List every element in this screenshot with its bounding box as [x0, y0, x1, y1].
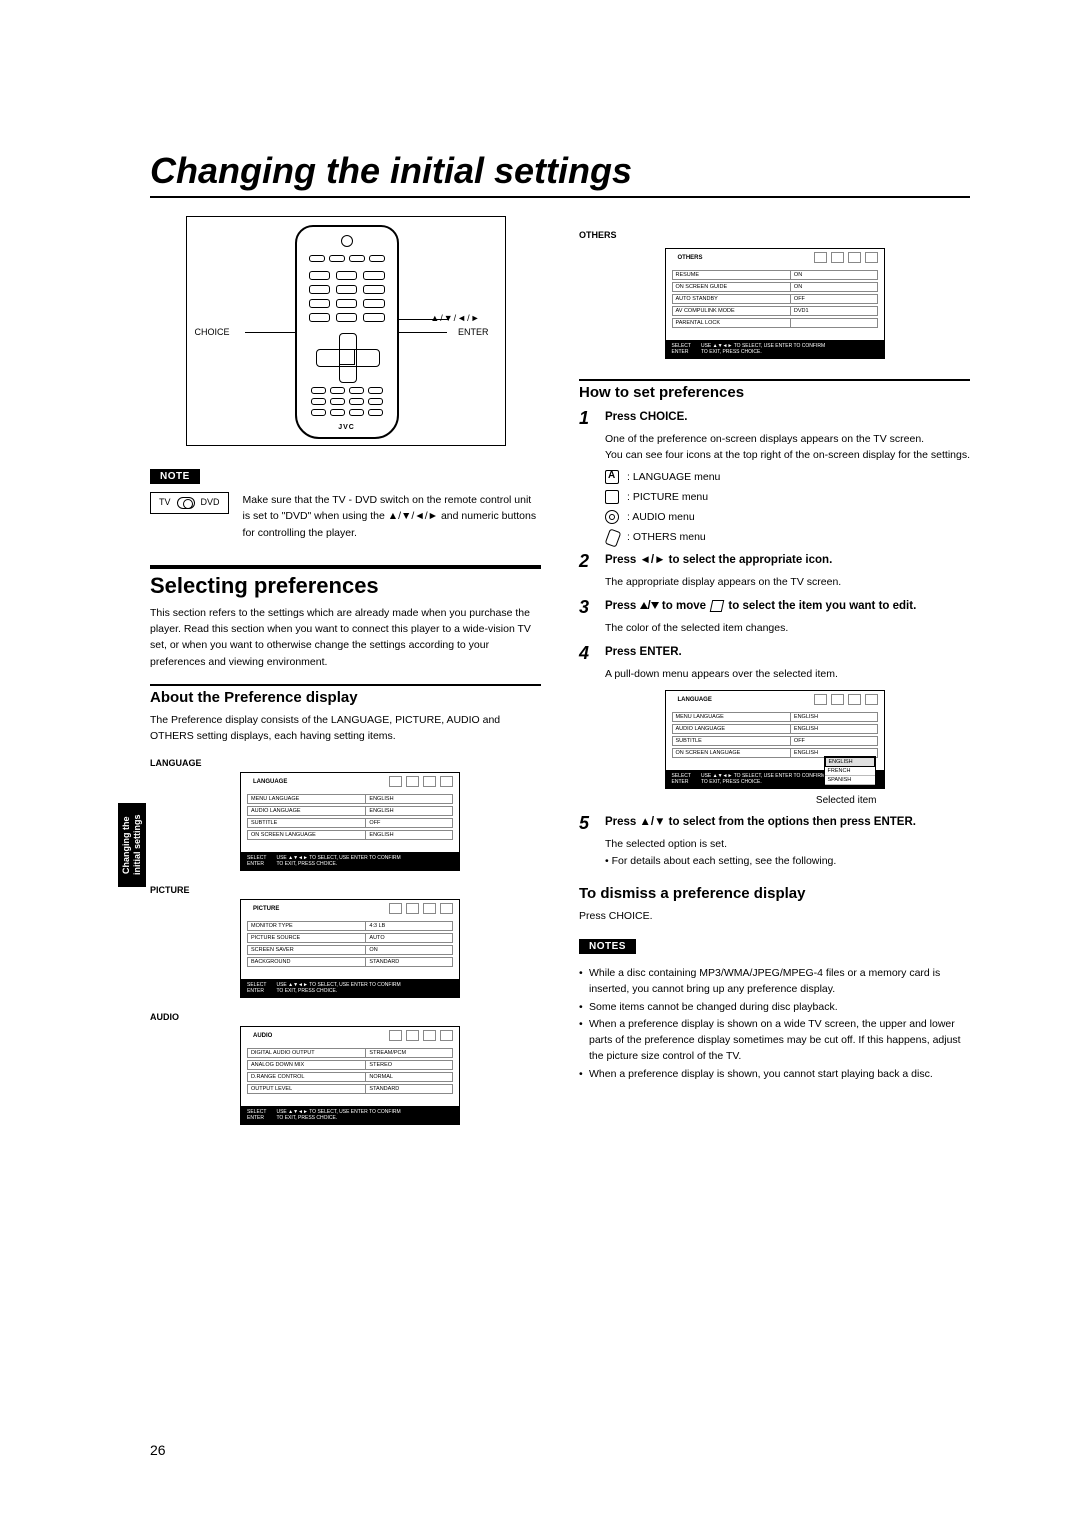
step5-head: Press ▲/▼ to select from the options the…	[605, 814, 916, 832]
arrows-label: ▲/▼/◄/►	[430, 313, 480, 323]
dismiss-text: Press CHOICE.	[579, 908, 970, 924]
osd-language: LANGUAGE MENU LANGUAGEENGLISHAUDIO LANGU…	[240, 772, 460, 871]
note-badge: NOTE	[150, 469, 200, 484]
note-item: Some items cannot be changed during disc…	[579, 1000, 970, 1016]
osd-picture-label: PICTURE	[150, 885, 541, 895]
osd-dropdown-example: LANGUAGE MENU LANGUAGEENGLISHAUDIO LANGU…	[665, 690, 885, 789]
cursor-box-icon	[710, 600, 725, 612]
others-menu-icon	[605, 530, 619, 544]
side-tab: Changing the initial settings	[118, 803, 146, 887]
step3-body: The color of the selected item changes.	[605, 620, 970, 636]
tv-dvd-switch: TV DVD	[150, 492, 229, 514]
osd-audio-label: AUDIO	[150, 1012, 541, 1022]
note-item: While a disc containing MP3/WMA/JPEG/MPE…	[579, 966, 970, 998]
osd-picture: PICTURE MONITOR TYPE4:3 LBPICTURE SOURCE…	[240, 899, 460, 998]
step5-body: The selected option is set. • For detail…	[605, 836, 970, 869]
selecting-text: This section refers to the settings whic…	[150, 605, 541, 670]
step2-body: The appropriate display appears on the T…	[605, 574, 970, 590]
note-item: When a preference display is shown on a …	[579, 1017, 970, 1064]
step2-head: Press ◄/► to select the appropriate icon…	[605, 552, 832, 570]
step3-head: Press / to move to select the item you w…	[605, 598, 916, 616]
remote-diagram: ▲/▼/◄/► CHOICE ENTER JVC	[186, 216, 506, 446]
audio-menu-icon	[605, 510, 619, 524]
note-text: Make sure that the TV - DVD switch on th…	[243, 492, 541, 541]
choice-label: CHOICE	[195, 327, 230, 337]
language-menu-icon	[605, 470, 619, 484]
page-number: 26	[150, 1442, 166, 1458]
remote-brand: JVC	[297, 424, 397, 431]
notes-badge: NOTES	[579, 939, 636, 954]
osd-others: OTHERS RESUMEONON SCREEN GUIDEONAUTO STA…	[665, 248, 885, 359]
page-title: Changing the initial settings	[150, 150, 970, 198]
picture-menu-icon	[605, 490, 619, 504]
howto-heading: How to set preferences	[579, 379, 970, 401]
selecting-heading: Selecting preferences	[150, 565, 541, 599]
osd-others-label: OTHERS	[579, 230, 970, 240]
notes-list: While a disc containing MP3/WMA/JPEG/MPE…	[579, 966, 970, 1082]
selected-item-callout: Selected item	[665, 795, 877, 806]
dismiss-heading: To dismiss a preference display	[579, 885, 970, 902]
step1-body: One of the preference on-screen displays…	[605, 431, 970, 464]
step1-head: Press CHOICE.	[605, 409, 687, 427]
enter-label: ENTER	[458, 327, 489, 337]
about-heading: About the Preference display	[150, 684, 541, 706]
note-item: When a preference display is shown, you …	[579, 1067, 970, 1083]
step4-head: Press ENTER.	[605, 644, 682, 662]
osd-language-label: LANGUAGE	[150, 758, 541, 768]
osd-audio: AUDIO DIGITAL AUDIO OUTPUTSTREAM/PCMANAL…	[240, 1026, 460, 1125]
step4-body: A pull-down menu appears over the select…	[605, 666, 970, 682]
about-text: The Preference display consists of the L…	[150, 712, 541, 745]
